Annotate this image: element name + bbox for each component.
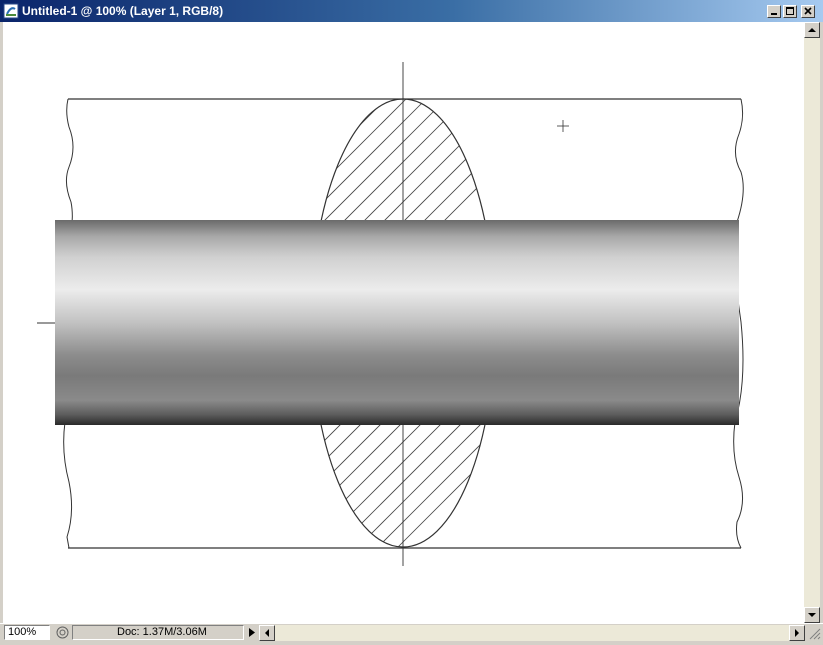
document-size-info: Doc: 1.37M/3.06M	[72, 625, 244, 640]
photoshop-document-icon	[3, 3, 19, 19]
status-menu-arrow-icon[interactable]	[246, 625, 258, 640]
arrow-down-icon	[808, 613, 816, 617]
maximize-button[interactable]	[783, 5, 797, 18]
arrow-up-icon	[808, 28, 816, 32]
arrow-left-icon	[265, 629, 269, 637]
window-title: Untitled-1 @ 100% (Layer 1, RGB/8)	[22, 4, 224, 18]
scroll-down-button[interactable]	[804, 607, 820, 623]
pipe-cylinder	[55, 220, 739, 425]
zoom-field[interactable]: 100%	[4, 625, 50, 640]
crosshair-cursor-icon	[557, 120, 569, 132]
title-bar[interactable]: Untitled-1 @ 100% (Layer 1, RGB/8)	[0, 0, 823, 22]
close-icon	[804, 7, 812, 15]
close-button[interactable]	[801, 5, 815, 18]
minimize-icon	[771, 13, 777, 15]
scroll-right-button[interactable]	[789, 625, 805, 641]
arrow-right-icon	[795, 629, 799, 637]
scroll-left-button[interactable]	[259, 625, 275, 641]
document-canvas[interactable]	[3, 22, 804, 623]
maximize-icon	[786, 7, 794, 15]
resize-grip-icon[interactable]	[807, 626, 821, 640]
status-info-icon[interactable]	[55, 625, 70, 640]
status-bar: 100% Doc: 1.37M/3.06M	[0, 623, 823, 642]
scroll-up-button[interactable]	[804, 22, 820, 38]
pipe-wall-drawing	[37, 62, 744, 566]
minimize-button[interactable]	[767, 5, 781, 18]
horizontal-scrollbar[interactable]	[259, 625, 805, 641]
vertical-scrollbar[interactable]	[804, 22, 820, 623]
